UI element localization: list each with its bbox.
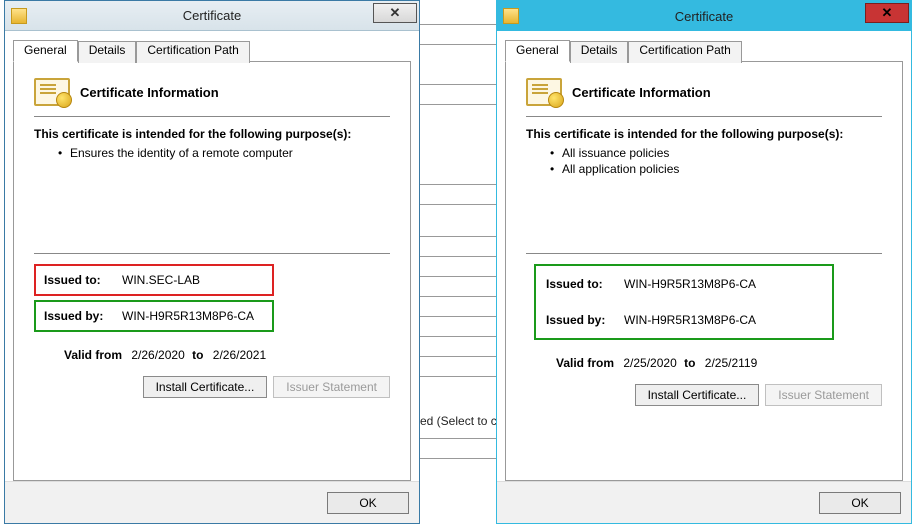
certificate-dialog-2: Certificate ✕ General Details Certificat… xyxy=(496,0,912,524)
tab-general[interactable]: General xyxy=(505,40,570,62)
tab-general[interactable]: General xyxy=(13,40,78,62)
tabstrip: General Details Certification Path xyxy=(505,39,903,61)
issued-by-label: Issued by: xyxy=(546,313,620,327)
issued-to-value: WIN.SEC-LAB xyxy=(122,273,200,287)
titlebar[interactable]: Certificate ✕ xyxy=(5,1,419,31)
close-button[interactable]: ✕ xyxy=(373,3,417,23)
purpose-list: All issuance policies All application po… xyxy=(550,145,882,177)
divider xyxy=(34,116,390,117)
tab-certification-path[interactable]: Certification Path xyxy=(628,41,741,63)
divider xyxy=(34,253,390,254)
issued-by-highlight-green: Issued by: WIN-H9R5R13M8P6-CA xyxy=(34,300,274,332)
issued-by-value: WIN-H9R5R13M8P6-CA xyxy=(624,313,756,327)
tab-panel-general: Certificate Information This certificate… xyxy=(13,61,411,481)
ok-button[interactable]: OK xyxy=(819,492,901,514)
valid-to-value: 2/26/2021 xyxy=(213,348,266,362)
certificate-dialog-1: Certificate ✕ General Details Certificat… xyxy=(4,0,420,524)
valid-from-value: 2/25/2020 xyxy=(623,356,676,370)
issued-to-value: WIN-H9R5R13M8P6-CA xyxy=(624,277,756,291)
titlebar[interactable]: Certificate ✕ xyxy=(497,1,911,31)
close-button[interactable]: ✕ xyxy=(865,3,909,23)
issuer-statement-button: Issuer Statement xyxy=(765,384,882,406)
purpose-label: This certificate is intended for the fol… xyxy=(526,127,882,141)
issued-highlight-green: Issued to: WIN-H9R5R13M8P6-CA Issued by:… xyxy=(534,264,834,340)
tab-panel-general: Certificate Information This certificate… xyxy=(505,61,903,481)
issued-by-value: WIN-H9R5R13M8P6-CA xyxy=(122,309,254,323)
issued-to-label: Issued to: xyxy=(546,277,620,291)
tab-details[interactable]: Details xyxy=(78,41,137,63)
valid-from-value: 2/26/2020 xyxy=(131,348,184,362)
divider xyxy=(526,116,882,117)
certificate-info-heading: Certificate Information xyxy=(572,85,711,100)
tab-details[interactable]: Details xyxy=(570,41,629,63)
issued-to-label: Issued to: xyxy=(44,273,118,287)
window-title: Certificate xyxy=(5,8,419,23)
ok-button[interactable]: OK xyxy=(327,492,409,514)
valid-to-value: 2/25/2119 xyxy=(705,356,758,370)
divider xyxy=(526,253,882,254)
certificate-info-heading: Certificate Information xyxy=(80,85,219,100)
background-truncated-text: ed (Select to c xyxy=(420,414,497,428)
issuer-statement-button: Issuer Statement xyxy=(273,376,390,398)
purpose-item: Ensures the identity of a remote compute… xyxy=(58,145,390,161)
purpose-label: This certificate is intended for the fol… xyxy=(34,127,390,141)
tabstrip: General Details Certification Path xyxy=(13,39,411,61)
purpose-item: All application policies xyxy=(550,161,882,177)
window-title: Certificate xyxy=(497,9,911,24)
certificate-icon xyxy=(34,78,70,106)
purpose-list: Ensures the identity of a remote compute… xyxy=(58,145,390,161)
validity-row: Valid from 2/25/2020 to 2/25/2119 xyxy=(526,356,882,370)
purpose-item: All issuance policies xyxy=(550,145,882,161)
issued-by-label: Issued by: xyxy=(44,309,118,323)
install-certificate-button[interactable]: Install Certificate... xyxy=(143,376,268,398)
issued-to-highlight-red: Issued to: WIN.SEC-LAB xyxy=(34,264,274,296)
install-certificate-button[interactable]: Install Certificate... xyxy=(635,384,760,406)
tab-certification-path[interactable]: Certification Path xyxy=(136,41,249,63)
certificate-icon xyxy=(526,78,562,106)
validity-row: Valid from 2/26/2020 to 2/26/2021 xyxy=(34,348,390,362)
